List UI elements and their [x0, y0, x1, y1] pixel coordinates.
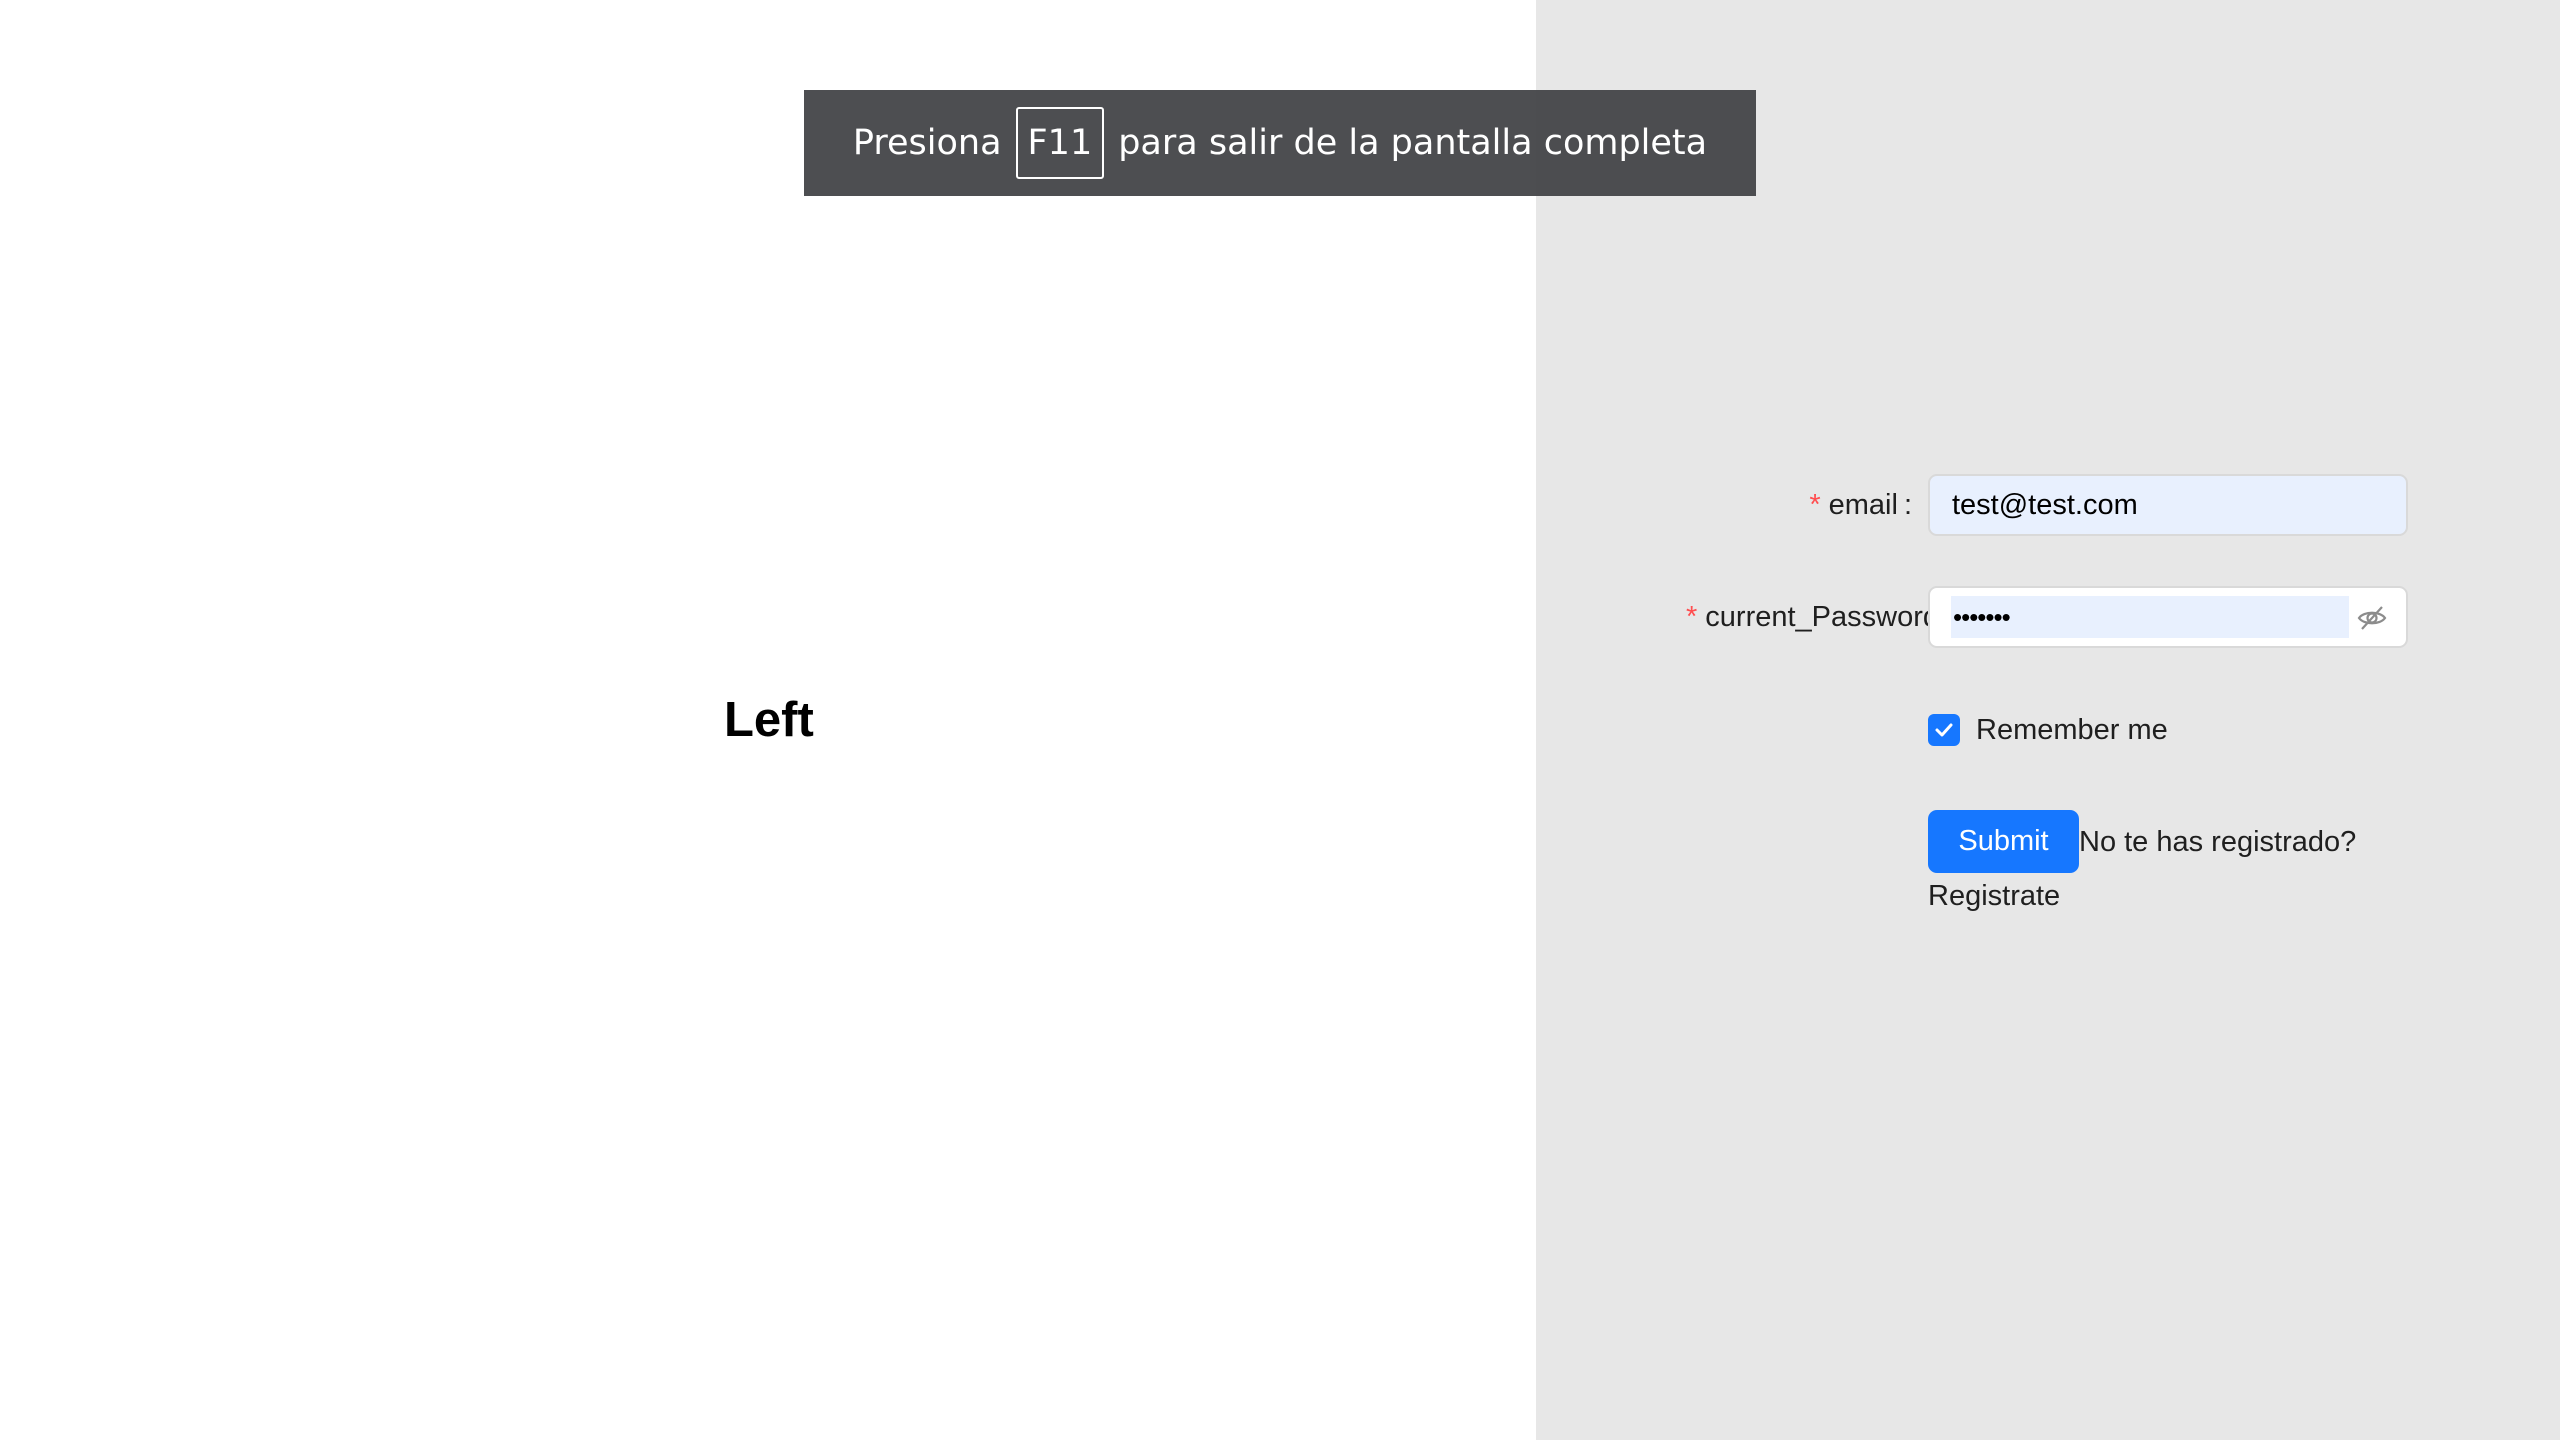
email-label: * email: [1809, 485, 1912, 525]
password-label-text: current_Password [1705, 601, 1928, 633]
email-field-value: test@test.com [1952, 489, 2138, 521]
password-label: * current_Password [1686, 597, 1928, 637]
password-field-value: ••••••• [1951, 596, 2349, 638]
eye-invisible-icon[interactable] [2356, 602, 2388, 634]
left-pane: Left [0, 0, 1536, 1440]
email-field[interactable]: test@test.com [1928, 474, 2408, 536]
remember-me-label: Remember me [1976, 713, 2168, 746]
register-question: No te has registrado? [2079, 826, 2357, 858]
required-mark: * [1686, 601, 1698, 633]
password-field[interactable]: ••••••• [1928, 586, 2408, 648]
remember-me-checkbox[interactable] [1928, 714, 1960, 746]
email-label-colon: : [1903, 489, 1912, 521]
submit-button[interactable]: Submit [1928, 810, 2079, 873]
fullscreen-notice-prefix: Presiona [852, 123, 1002, 163]
fullscreen-notice: Presiona F11 para salir de la pantalla c… [804, 90, 1756, 196]
remember-me-row[interactable]: Remember me [1928, 714, 2168, 746]
left-title: Left [724, 693, 814, 747]
f11-key-badge: F11 [1015, 107, 1105, 179]
email-label-text: email [1828, 489, 1898, 521]
fullscreen-notice-suffix: para salir de la pantalla completa [1118, 123, 1708, 163]
required-mark: * [1809, 489, 1821, 521]
register-prompt: No te has registrado? [2079, 822, 2459, 862]
check-icon [1935, 723, 1953, 737]
register-link[interactable]: Registrate [1928, 876, 2060, 916]
